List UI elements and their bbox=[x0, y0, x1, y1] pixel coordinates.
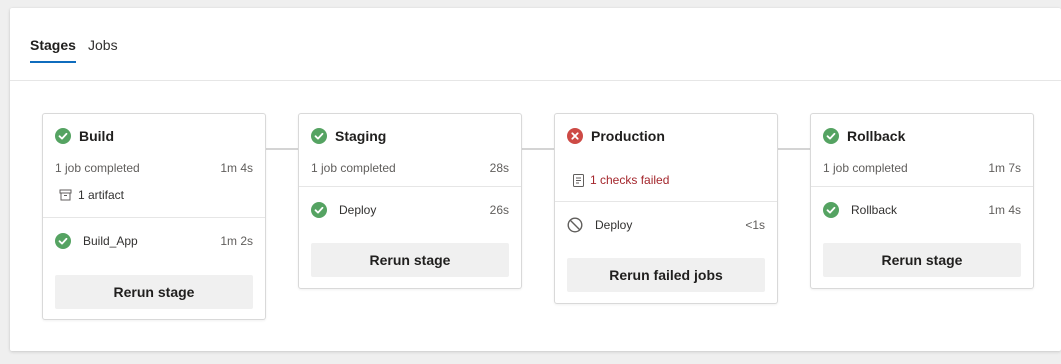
job-duration: 26s bbox=[489, 203, 509, 217]
rerun-stage-button[interactable]: Rerun stage bbox=[55, 275, 253, 309]
stage-duration: 28s bbox=[489, 161, 509, 175]
stage-header: Staging bbox=[311, 128, 386, 144]
stage-header: Rollback bbox=[823, 128, 905, 144]
job-name: Build_App bbox=[83, 234, 138, 248]
job-row-deploy[interactable]: Deploy <1s bbox=[567, 216, 765, 234]
tab-stages[interactable]: Stages bbox=[30, 37, 76, 63]
stage-card-staging[interactable]: Staging 1 job completed 28s Deploy 26s R… bbox=[298, 113, 522, 289]
job-name: Deploy bbox=[339, 203, 377, 217]
stage-title[interactable]: Rollback bbox=[847, 128, 905, 144]
check-circle-icon bbox=[823, 202, 839, 218]
stage-connector bbox=[522, 148, 554, 150]
job-duration: <1s bbox=[745, 218, 765, 232]
divider bbox=[299, 186, 521, 187]
jobs-completed-text: 1 job completed bbox=[823, 161, 908, 175]
stage-card-build[interactable]: Build 1 job completed 1m 4s 1 artifact B… bbox=[42, 113, 266, 320]
checks-failed-text: 1 checks failed bbox=[590, 173, 670, 187]
stage-duration: 1m 7s bbox=[988, 161, 1021, 175]
check-circle-icon bbox=[55, 233, 71, 249]
tab-bar: Stages Jobs bbox=[10, 8, 1061, 81]
job-row-build-app[interactable]: Build_App 1m 2s bbox=[55, 232, 253, 250]
checklist-icon bbox=[573, 173, 584, 187]
divider bbox=[555, 201, 777, 202]
divider bbox=[43, 217, 265, 218]
jobs-completed-text: 1 job completed bbox=[311, 161, 396, 175]
stage-header: Production bbox=[567, 128, 665, 144]
stage-title[interactable]: Production bbox=[591, 128, 665, 144]
tab-jobs[interactable]: Jobs bbox=[88, 37, 118, 53]
stage-card-production[interactable]: Production 1 checks failed Deploy <1s Re… bbox=[554, 113, 778, 304]
stage-summary: 1 job completed 1m 4s bbox=[55, 161, 253, 175]
artifact-icon bbox=[59, 189, 72, 201]
rerun-failed-jobs-button[interactable]: Rerun failed jobs bbox=[567, 258, 765, 292]
stage-title[interactable]: Build bbox=[79, 128, 114, 144]
jobs-completed-text: 1 job completed bbox=[55, 161, 140, 175]
stage-summary: 1 job completed 1m 7s bbox=[823, 161, 1021, 175]
stage-duration: 1m 4s bbox=[220, 161, 253, 175]
job-row-deploy[interactable]: Deploy 26s bbox=[311, 201, 509, 219]
artifact-count: 1 artifact bbox=[78, 188, 125, 202]
job-duration: 1m 2s bbox=[220, 234, 253, 248]
checks-failed-link[interactable]: 1 checks failed bbox=[573, 173, 669, 187]
stage-header: Build bbox=[55, 128, 114, 144]
error-circle-icon bbox=[567, 128, 583, 144]
job-name: Rollback bbox=[851, 203, 898, 217]
job-row-rollback[interactable]: Rollback 1m 4s bbox=[823, 201, 1021, 219]
job-name: Deploy bbox=[595, 218, 633, 232]
rerun-stage-button[interactable]: Rerun stage bbox=[311, 243, 509, 277]
stage-title[interactable]: Staging bbox=[335, 128, 386, 144]
rerun-stage-button[interactable]: Rerun stage bbox=[823, 243, 1021, 277]
stage-card-rollback[interactable]: Rollback 1 job completed 1m 7s Rollback … bbox=[810, 113, 1034, 289]
stage-connector bbox=[778, 148, 810, 150]
skipped-circle-icon bbox=[567, 217, 583, 233]
artifact-link[interactable]: 1 artifact bbox=[59, 188, 124, 202]
divider bbox=[811, 186, 1033, 187]
check-circle-icon bbox=[55, 128, 71, 144]
check-circle-icon bbox=[311, 128, 327, 144]
stage-summary: 1 job completed 28s bbox=[311, 161, 509, 175]
pipeline-panel: Stages Jobs Build 1 job completed 1m 4s … bbox=[10, 8, 1061, 351]
check-circle-icon bbox=[311, 202, 327, 218]
stage-connector bbox=[266, 148, 298, 150]
job-duration: 1m 4s bbox=[988, 203, 1021, 217]
check-circle-icon bbox=[823, 128, 839, 144]
